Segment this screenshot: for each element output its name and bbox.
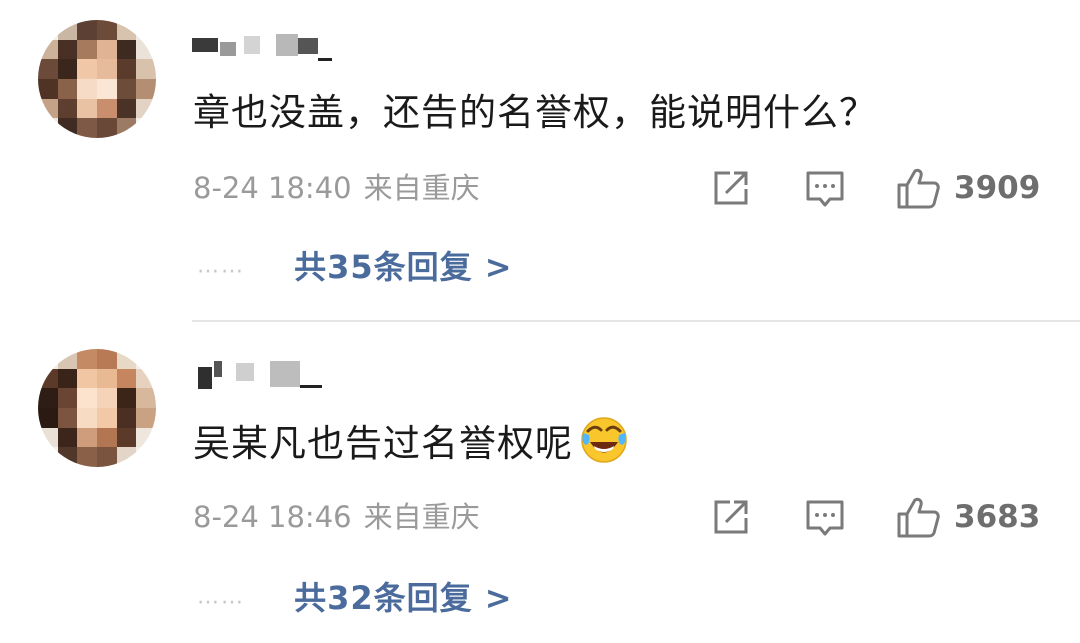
share-button[interactable] [710,495,752,539]
comment-text: 吴某凡也告过名誉权呢 [193,415,629,469]
username-redacted[interactable] [192,357,342,391]
share-icon [714,500,748,534]
like-button[interactable]: 3683 [896,495,1066,539]
replies-row: …… 共35条回复 > [197,246,513,287]
avatar[interactable] [38,349,156,467]
reply-dots: …… [197,584,245,610]
comment-item: 吴某凡也告过名誉权呢 8-24 18:46 来自重庆 3683 …… 共32条回… [0,321,1080,643]
comment-icon [806,500,844,536]
view-replies-link[interactable]: 共35条回复 > [294,248,513,286]
thumbs-up-icon [897,497,940,538]
comment-item: 章也没盖，还告的名誉权，能说明什么？ 8-24 18:40 来自重庆 3909 …… [0,0,1080,320]
comment-text-content: 吴某凡也告过名誉权呢 [193,422,573,465]
comment-button[interactable] [804,495,846,539]
view-replies-link[interactable]: 共32条回复 > [294,579,513,617]
comment-button[interactable] [804,166,846,210]
like-count: 3909 [954,170,1041,206]
crying-laughing-emoji [581,417,627,463]
like-button[interactable]: 3909 [896,166,1066,210]
avatar[interactable] [38,20,156,138]
comment-location: 来自重庆 [363,171,480,205]
comment-meta: 8-24 18:46 来自重庆 [193,497,480,537]
replies-row: …… 共32条回复 > [197,577,513,618]
comment-text: 章也没盖，还告的名誉权，能说明什么？ [193,91,877,134]
share-button[interactable] [710,166,752,210]
comment-date: 8-24 18:46 [193,500,352,534]
comment-meta: 8-24 18:40 来自重庆 [193,168,480,208]
thumbs-up-icon [897,168,940,209]
reply-dots: …… [197,253,245,279]
share-icon [714,171,748,205]
like-count: 3683 [954,499,1041,535]
comment-icon [806,171,844,207]
username-redacted[interactable] [192,30,342,64]
comment-date: 8-24 18:40 [193,171,352,205]
comment-location: 来自重庆 [363,500,480,534]
